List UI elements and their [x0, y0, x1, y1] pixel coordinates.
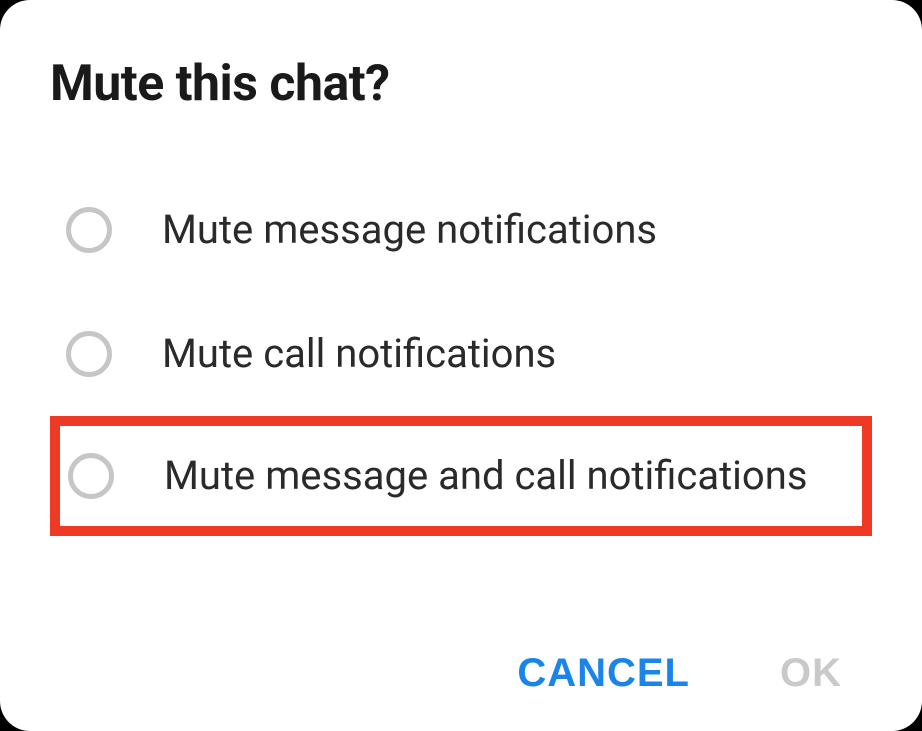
option-mute-messages-and-calls[interactable]: Mute message and call notifications [50, 416, 872, 536]
cancel-button[interactable]: CANCEL [517, 651, 690, 696]
option-label: Mute message and call notifications [164, 450, 807, 502]
option-label: Mute message notifications [162, 204, 657, 256]
radio-icon [66, 331, 112, 377]
option-mute-calls[interactable]: Mute call notifications [50, 292, 872, 416]
mute-options-group: Mute message notifications Mute call not… [50, 168, 872, 611]
ok-button[interactable]: OK [780, 651, 842, 696]
dialog-actions: CANCEL OK [50, 651, 872, 696]
mute-chat-dialog: Mute this chat? Mute message notificatio… [0, 0, 922, 731]
radio-icon [68, 453, 114, 499]
radio-icon [66, 207, 112, 253]
option-label: Mute call notifications [162, 328, 556, 380]
dialog-title: Mute this chat? [50, 55, 872, 113]
option-mute-messages[interactable]: Mute message notifications [50, 168, 872, 292]
